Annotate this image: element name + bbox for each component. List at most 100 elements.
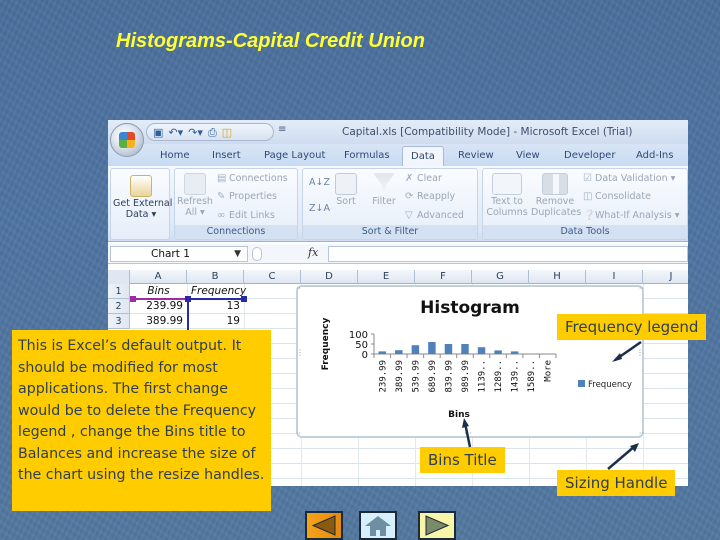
clear-filter-button[interactable]: ✗ Clear bbox=[405, 173, 442, 184]
x-tick-label: 689.99 bbox=[428, 360, 438, 393]
sort-filter-group-label: Sort & Filter bbox=[303, 225, 477, 239]
properties-icon: ✎ bbox=[217, 191, 226, 202]
select-all-button[interactable] bbox=[108, 270, 130, 284]
range-handle[interactable] bbox=[185, 296, 191, 302]
formula-cancel-button[interactable] bbox=[252, 247, 262, 261]
row-header-3[interactable]: 3 bbox=[108, 314, 130, 329]
cell-a3[interactable]: 389.99 bbox=[130, 314, 187, 329]
cell-a1[interactable]: Bins bbox=[130, 284, 187, 299]
home-button[interactable] bbox=[359, 511, 397, 540]
get-external-data-button[interactable]: Get External Data ▾ bbox=[113, 175, 172, 221]
tab-insert[interactable]: Insert bbox=[212, 150, 241, 161]
connections-group: Refresh All ▾ ▤ Connections ✎ Properties ∞… bbox=[174, 168, 298, 240]
y-tick-label: 0 bbox=[362, 350, 368, 361]
tab-home[interactable]: Home bbox=[160, 150, 190, 161]
explanation-callout: This is Excel’s default output. It shoul… bbox=[12, 330, 271, 511]
column-header-i[interactable]: I bbox=[586, 270, 643, 284]
column-header-f[interactable]: F bbox=[415, 270, 472, 284]
column-header-g[interactable]: G bbox=[472, 270, 529, 284]
data-validation-button[interactable]: ☑ Data Validation ▾ bbox=[583, 173, 675, 184]
sizing-handle-bottom[interactable]: ··· bbox=[464, 430, 472, 438]
data-tools-group-label: Data Tools bbox=[483, 225, 687, 239]
tab-review[interactable]: Review bbox=[458, 150, 494, 161]
name-box-dropdown-icon[interactable]: ▼ bbox=[234, 247, 241, 261]
x-tick-label: 989.99 bbox=[461, 360, 471, 393]
range-handle[interactable] bbox=[241, 296, 247, 302]
x-tick-label: 1289.. bbox=[494, 360, 504, 393]
sizing-handle-bottom-right[interactable]: ·· bbox=[639, 430, 644, 438]
refresh-icon bbox=[184, 173, 206, 195]
histogram-chart[interactable]: Histogram Frequency Bins 100 50 0 239.99 389.99… bbox=[296, 285, 644, 438]
column-header-a[interactable]: A bbox=[130, 270, 187, 284]
print-preview-icon[interactable]: ⎙ bbox=[208, 127, 217, 138]
reapply-button[interactable]: ⟳ Reapply bbox=[405, 191, 455, 202]
sizing-handle-top-left[interactable]: ·· bbox=[296, 285, 301, 293]
column-header-e[interactable]: E bbox=[358, 270, 415, 284]
bins-title-callout: Bins Title bbox=[420, 447, 505, 473]
office-button[interactable] bbox=[110, 123, 144, 157]
tab-data[interactable]: Data bbox=[402, 146, 444, 168]
save-icon[interactable]: ▣ bbox=[153, 127, 163, 138]
sizing-handle-top-right[interactable]: ·· bbox=[639, 285, 644, 293]
sort-icon bbox=[335, 173, 357, 195]
edit-links-button[interactable]: ∞ Edit Links bbox=[217, 210, 275, 221]
previous-slide-button[interactable] bbox=[305, 511, 343, 540]
title-bar: ▣ ↶▾ ↷▾ ⎙ ◫ ≡ Capital.xls [Compatibility… bbox=[108, 120, 688, 144]
refresh-all-button[interactable]: Refresh All ▾ bbox=[177, 173, 213, 219]
data-validation-icon: ☑ bbox=[583, 173, 592, 184]
column-header-h[interactable]: H bbox=[529, 270, 586, 284]
tab-add-ins[interactable]: Add-Ins bbox=[636, 150, 673, 161]
connections-button[interactable]: ▤ Connections bbox=[217, 173, 288, 184]
open-icon[interactable]: ◫ bbox=[222, 127, 232, 138]
range-handle[interactable] bbox=[130, 296, 136, 302]
sort-button[interactable]: Sort bbox=[331, 173, 361, 208]
text-to-columns-button[interactable]: Text to Columns bbox=[485, 173, 529, 219]
tab-view[interactable]: View bbox=[516, 150, 540, 161]
text-to-columns-icon bbox=[492, 173, 522, 195]
name-box[interactable]: Chart 1 ▼ bbox=[110, 246, 248, 262]
cell-b3[interactable]: 19 bbox=[187, 314, 244, 329]
customize-qat-icon[interactable]: ≡ bbox=[278, 124, 286, 135]
column-header-b[interactable]: B bbox=[187, 270, 244, 284]
legend-label: Frequency bbox=[588, 380, 632, 390]
data-tools-group: Text to Columns Remove Duplicates ☑ Data … bbox=[482, 168, 688, 240]
cell-b2[interactable]: 13 bbox=[187, 299, 244, 314]
histogram-bar bbox=[378, 351, 386, 354]
column-header-d[interactable]: D bbox=[301, 270, 358, 284]
office-logo-icon bbox=[119, 132, 135, 148]
ribbon: Get External Data ▾ Refresh All ▾ ▤ Conne… bbox=[108, 166, 688, 242]
what-if-analysis-button[interactable]: ❔What-If Analysis ▾ bbox=[583, 210, 679, 221]
properties-button[interactable]: ✎ Properties bbox=[217, 191, 277, 202]
advanced-filter-button[interactable]: ▽ Advanced bbox=[405, 210, 464, 221]
next-slide-button[interactable] bbox=[418, 511, 456, 540]
column-header-j[interactable]: J bbox=[643, 270, 688, 284]
x-tick-label: 239.99 bbox=[378, 360, 388, 393]
redo-icon[interactable]: ↷▾ bbox=[188, 127, 203, 138]
column-header-c[interactable]: C bbox=[244, 270, 301, 284]
sizing-handle-left[interactable]: ⋮ bbox=[296, 349, 304, 357]
undo-icon[interactable]: ↶▾ bbox=[168, 127, 183, 138]
sort-ascending-button[interactable]: A↓Z bbox=[309, 177, 330, 188]
tab-developer[interactable]: Developer bbox=[564, 150, 615, 161]
x-tick-label: 1439.. bbox=[511, 360, 521, 393]
tab-formulas[interactable]: Formulas bbox=[344, 150, 390, 161]
cell-b1[interactable]: Frequency bbox=[187, 284, 246, 299]
histogram-bar bbox=[428, 342, 436, 354]
remove-duplicates-button[interactable]: Remove Duplicates bbox=[531, 173, 581, 219]
frequency-legend-callout: Frequency legend bbox=[557, 314, 707, 340]
insert-function-icon[interactable]: fx bbox=[308, 246, 318, 259]
sizing-handle-right[interactable]: ⋮ bbox=[636, 349, 644, 357]
cell-a2[interactable]: 239.99 bbox=[130, 299, 187, 314]
row-header-1[interactable]: 1 bbox=[108, 284, 130, 299]
sizing-handle-callout: Sizing Handle bbox=[557, 470, 676, 496]
sizing-handle-bottom-left[interactable]: ·· bbox=[296, 430, 301, 438]
consolidate-button[interactable]: ◫ Consolidate bbox=[583, 191, 651, 202]
filter-button[interactable]: Filter bbox=[369, 173, 399, 208]
sort-descending-button[interactable]: Z↓A bbox=[309, 203, 330, 214]
histogram-bar bbox=[477, 347, 486, 354]
formula-input[interactable] bbox=[328, 246, 688, 262]
tab-page-layout[interactable]: Page Layout bbox=[264, 150, 325, 161]
right-arrow-icon bbox=[425, 515, 450, 536]
column-headers: A B C D E F G H I J bbox=[108, 270, 688, 284]
row-header-2[interactable]: 2 bbox=[108, 299, 130, 314]
